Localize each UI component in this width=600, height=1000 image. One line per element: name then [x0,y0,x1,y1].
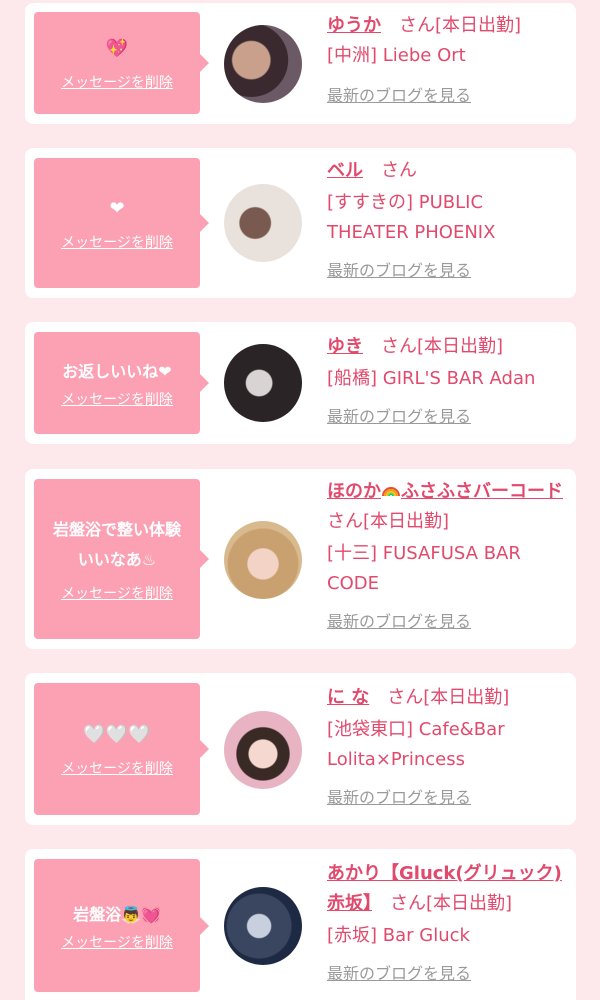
shop-label: [十三] FUSAFUSA BAR CODE [327,543,521,594]
cast-info: に な さん[本日出勤] [池袋東口] Cafe&Bar Lolita×Prin… [327,683,567,813]
latest-blog-link[interactable]: 最新のブログを見る [327,964,471,983]
avatar[interactable] [224,521,302,599]
message-card: ❤ メッセージを削除 ベル さん [すすきの] PUBLIC THEATER P… [25,148,576,298]
message-bubble: 岩盤浴で整い体験いいなあ♨ メッセージを削除 [34,479,209,639]
cast-info: ゆうか さん[本日出勤] [中洲] Liebe Ort 最新のブログを見る [327,11,567,111]
delete-message-link[interactable]: メッセージを削除 [61,583,173,603]
san-label: さん [327,511,363,532]
shop-label: [すすきの] PUBLIC THEATER PHOENIX [327,192,496,243]
avatar[interactable] [224,25,302,103]
cast-name-link[interactable]: に な [327,687,369,708]
message-bubble: ❤ メッセージを削除 [34,158,209,288]
message-text: 岩盤浴👼💓 [73,904,161,924]
message-bubble: お返しいいね❤ メッセージを削除 [34,332,209,434]
cast-info: あかり【Gluck(グリュック)赤坂】 さん[本日出勤] [赤坂] Bar Gl… [327,859,567,989]
san-label: さん [390,893,426,914]
shop-label: [赤坂] Bar Gluck [327,925,470,946]
message-card: 岩盤浴👼💓 メッセージを削除 あかり【Gluck(グリュック)赤坂】 さん[本日… [25,849,576,1000]
latest-blog-link[interactable]: 最新のブログを見る [327,407,471,426]
message-card: 岩盤浴で整い体験いいなあ♨ メッセージを削除 ほのか ふさふさバーコード さん[本… [25,469,576,649]
avatar[interactable] [224,887,302,965]
shop-label: [船橋] GIRL'S BAR Adan [327,368,536,389]
cast-name-link[interactable]: ベル [327,160,363,181]
latest-blog-link[interactable]: 最新のブログを見る [327,86,471,105]
cast-name-part: ほのか [327,481,381,502]
status-label: [本日出勤] [426,893,513,914]
avatar[interactable] [224,344,302,422]
delete-message-link[interactable]: メッセージを削除 [61,232,173,252]
status-label: [本日出勤] [417,336,504,357]
latest-blog-link[interactable]: 最新のブログを見る [327,261,471,280]
message-card: 🤍🤍🤍 メッセージを削除 に な さん[本日出勤] [池袋東口] Cafe&Ba… [25,673,576,825]
cast-info: ベル さん [すすきの] PUBLIC THEATER PHOENIX 最新のブ… [327,156,567,286]
cast-name-link[interactable]: ほのか ふさふさバーコード [327,481,563,502]
cast-name-part: ふさふさバーコード [401,481,563,502]
message-bubble: 岩盤浴👼💓 メッセージを削除 [34,859,209,992]
san-label: さん [381,160,417,181]
delete-message-link[interactable]: メッセージを削除 [61,932,173,952]
avatar[interactable] [224,711,302,789]
delete-message-link[interactable]: メッセージを削除 [61,389,173,409]
san-label: さん [387,687,424,708]
latest-blog-link[interactable]: 最新のブログを見る [327,788,471,807]
san-label: さん [381,336,417,357]
cast-info: ほのか ふさふさバーコード さん[本日出勤] [十三] FUSAFUSA BAR … [327,477,567,637]
rainbow-icon [382,487,400,497]
message-card: お返しいいね❤ メッセージを削除 ゆき さん[本日出勤] [船橋] GIRL'S… [25,322,576,444]
shop-label: [池袋東口] Cafe&Bar Lolita×Princess [327,719,505,770]
latest-blog-link[interactable]: 最新のブログを見る [327,612,471,631]
avatar[interactable] [224,184,302,262]
message-bubble: 💖 メッセージを削除 [34,12,209,114]
message-bubble: 🤍🤍🤍 メッセージを削除 [34,683,209,815]
cast-name-link[interactable]: ゆうか [327,15,381,36]
status-label: [本日出勤] [435,15,522,36]
delete-message-link[interactable]: メッセージを削除 [61,758,173,778]
message-text: ❤ [109,198,125,219]
shop-label: [中洲] Liebe Ort [327,45,466,66]
message-text: お返しいいね❤ [62,362,172,381]
message-text: 💖 [105,38,129,59]
status-label: [本日出勤] [363,511,450,532]
status-label: [本日出勤] [423,687,510,708]
delete-message-link[interactable]: メッセージを削除 [61,72,173,92]
message-card: 💖 メッセージを削除 ゆうか さん[本日出勤] [中洲] Liebe Ort 最… [25,3,576,124]
cast-info: ゆき さん[本日出勤] [船橋] GIRL'S BAR Adan 最新のブログを… [327,332,567,432]
san-label: さん [399,15,435,36]
message-text: 岩盤浴で整い体験いいなあ♨ [52,520,181,569]
message-text: 🤍🤍🤍 [83,724,151,745]
cast-name-link[interactable]: ゆき [327,336,363,357]
